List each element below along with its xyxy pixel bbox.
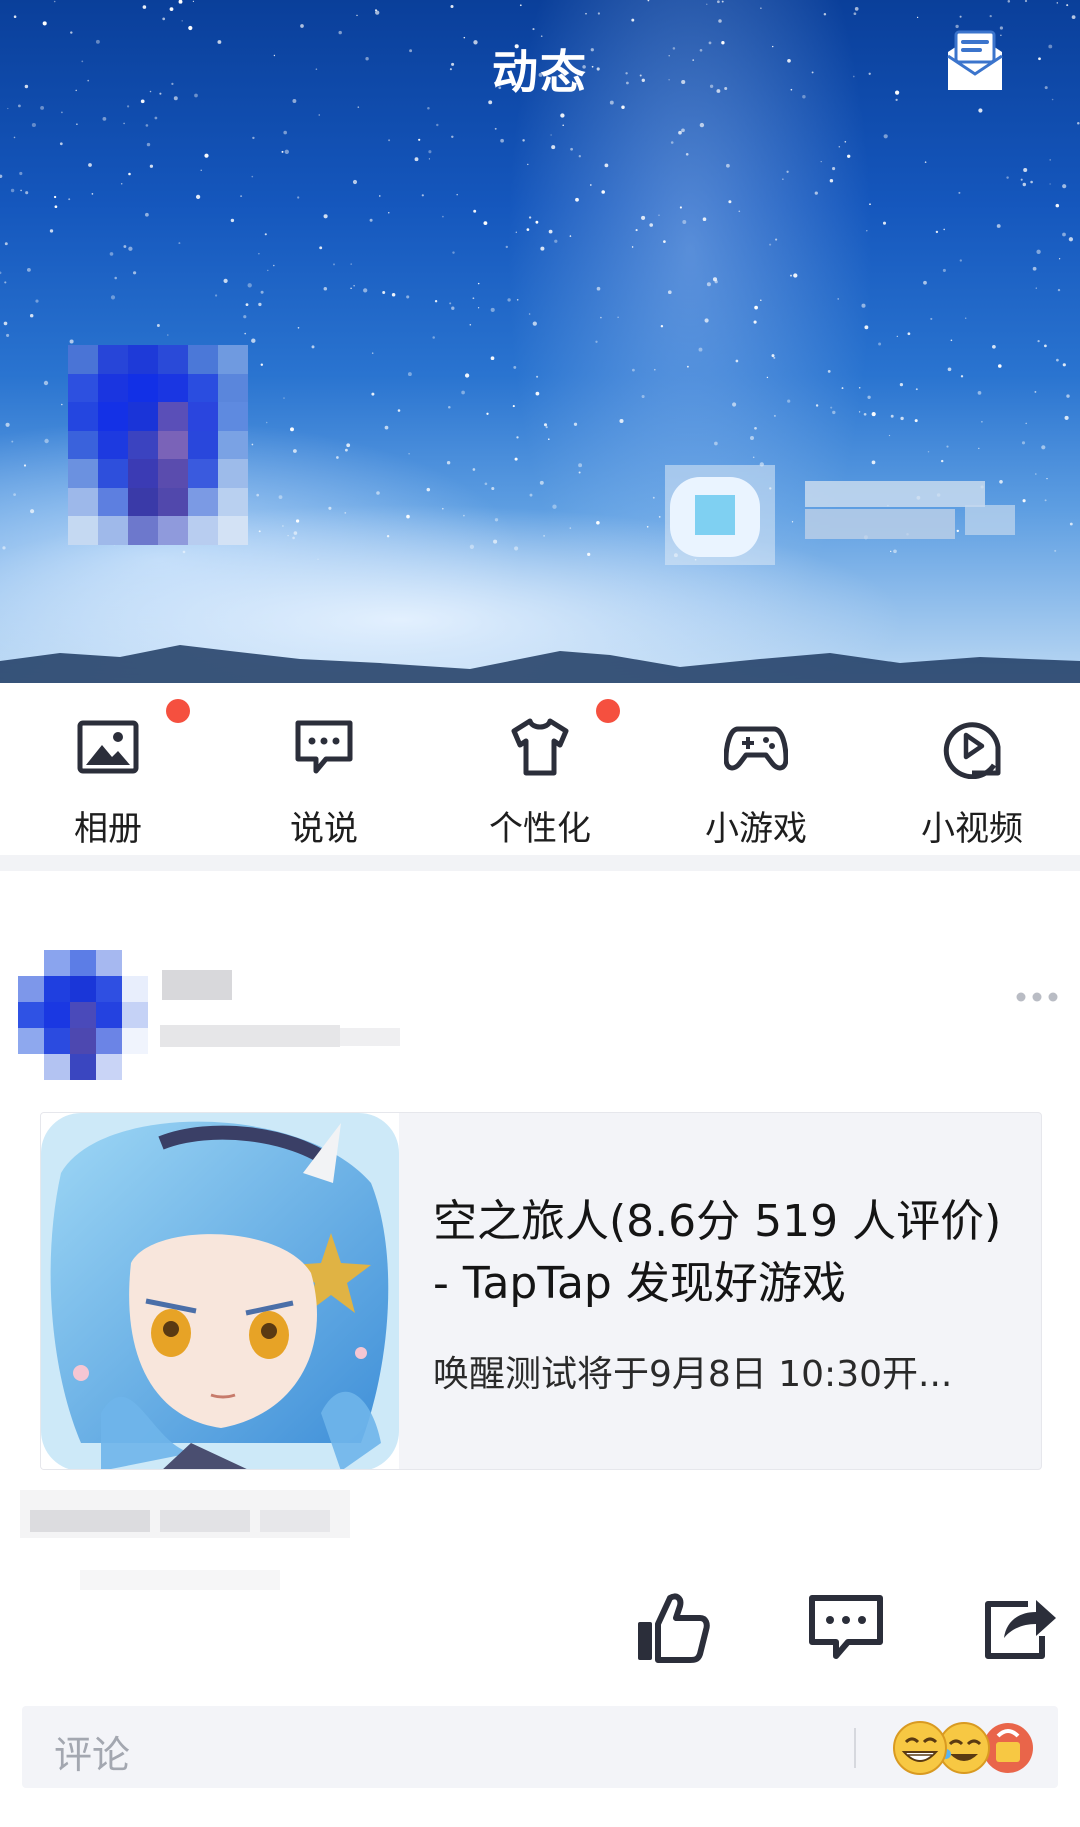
nav-label: 相册 — [74, 809, 142, 849]
quick-nav: 相册 说说 个性化 小游戏 小视频 — [0, 683, 1080, 855]
link-title: 空之旅人(8.6分 519 人评价) - TapTap 发现好游戏 — [433, 1196, 1002, 1309]
nav-item-album[interactable]: 相册 — [0, 683, 216, 855]
section-divider — [0, 855, 1080, 871]
play-video-icon — [943, 722, 1001, 779]
notification-badge — [596, 699, 620, 723]
more-options-icon[interactable] — [1015, 990, 1059, 1004]
profile-cover: 动态 — [0, 0, 1080, 683]
photo-album-icon — [77, 720, 139, 774]
nav-item-personalize[interactable]: 个性化 — [432, 683, 648, 855]
post-author-meta-blurred — [160, 970, 400, 1047]
emoji-icon[interactable] — [882, 1714, 1052, 1780]
page-title: 动态 — [492, 45, 588, 99]
mail-icon[interactable] — [938, 30, 1012, 94]
post-text-blurred — [20, 1490, 350, 1590]
post-author-avatar[interactable] — [18, 950, 148, 1080]
nav-label: 小视频 — [921, 809, 1023, 849]
thumbs-up-icon[interactable] — [634, 1590, 710, 1666]
share-icon[interactable] — [982, 1590, 1058, 1666]
comment-icon[interactable] — [808, 1590, 884, 1666]
avatar[interactable] — [68, 345, 248, 545]
chat-bubble-icon — [295, 720, 353, 774]
tshirt-icon — [511, 718, 569, 776]
nav-label: 个性化 — [489, 809, 591, 849]
nav-item-posts[interactable]: 说说 — [216, 683, 432, 855]
shared-link-card[interactable]: 空之旅人(8.6分 519 人评价) - TapTap 发现好游戏 唤醒测试将于… — [40, 1112, 1042, 1470]
comment-placeholder: 评论 — [54, 1733, 131, 1777]
nav-label: 说说 — [290, 809, 358, 849]
profile-name-blurred — [665, 465, 1015, 565]
link-description: 唤醒测试将于9月8日 10:30开... — [433, 1354, 953, 1395]
nav-item-videos[interactable]: 小视频 — [864, 683, 1080, 855]
nav-label: 小游戏 — [705, 809, 807, 849]
gamepad-icon — [724, 726, 788, 771]
comment-input[interactable]: 评论 — [22, 1706, 1058, 1788]
game-thumbnail-image — [41, 1113, 399, 1469]
nav-item-minigames[interactable]: 小游戏 — [648, 683, 864, 855]
comment-separator — [854, 1728, 856, 1768]
starry-sky-background — [0, 0, 1080, 561]
mountain-silhouette — [0, 645, 1080, 683]
notification-badge — [166, 699, 190, 723]
